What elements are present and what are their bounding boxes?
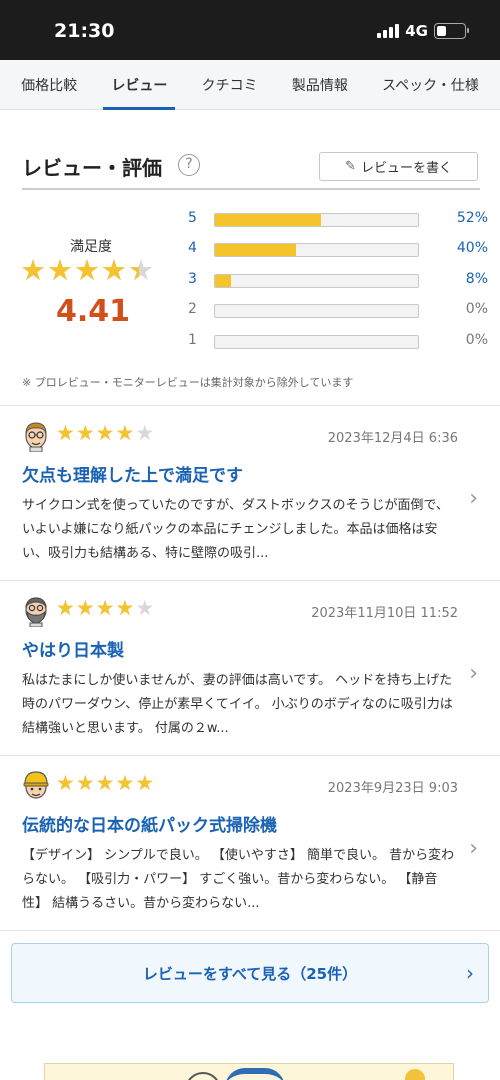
distribution-bar [214,274,419,288]
review-title[interactable]: 伝統的な日本の紙パック式掃除機 [22,811,277,836]
write-review-button[interactable]: ✎ レビューを書く [319,152,478,181]
star-icon: ★★ [135,421,155,445]
distribution-bar [214,304,419,318]
review-title[interactable]: やはり日本製 [22,636,124,661]
review-body: サイクロン式を使っていたのですが、ダストボックスのそうじが面倒で、いよいよ嫌にな… [22,498,449,561]
avatar-bearded-man-icon [25,597,47,627]
distribution-stars: 2 [188,301,197,317]
coin-icon [405,1069,425,1080]
review-date: 2023年11月10日 11:52 [311,606,458,621]
review-stars: ★★★★★★★★★★ [56,598,154,619]
star-icon: ★★ [135,596,155,620]
review-item[interactable]: ★★★★★★★★★★ 2023年11月10日 11:52 やはり日本製 私はたま… [0,581,500,756]
review-stars: ★★★★★★★★★★ [56,773,154,794]
promo-banner[interactable] [44,1063,454,1080]
review-body: 【デザイン】 シンプルで良い。 【使いやすさ】 簡単で良い。 昔から変わらない。… [22,848,455,911]
review-item[interactable]: ★ ★ ★ ★ ★ ★ ★ ★ ★ ★ 2023年9月23日 9:03 伝統的な日本の紙パック式掃… [0,756,500,931]
review-stars: ★★★★★★★★★★ [56,423,154,444]
all-reviews-button[interactable]: レビューをすべて見る（25件） › [11,943,489,1003]
status-time: 21:30 [54,20,115,42]
star-icon: ★★ [115,771,135,795]
star-icon: ★★ [75,596,95,620]
star-icon: ★★ [74,253,100,287]
average-stars: ★★★★★★★★★★ [20,256,154,285]
network-type: 4G [405,22,428,40]
star-icon: ★★ [56,421,75,445]
star-icon: ★★ [135,771,155,795]
rating-summary: 満足度 ★★★★★★★★★★ 4.41 5 52% 4 40% 3 8% 2 0… [0,200,500,365]
distribution-stars: 1 [188,332,197,348]
chevron-right-icon[interactable]: › [469,486,478,511]
review-list: ★★★★★★★★★★ 2023年12月4日 6:36 欠点も理解した上で満足です… [0,405,500,931]
star-icon: ★★ [20,253,46,287]
write-review-label: レビューを書く [360,161,452,176]
star-icon: ★★ [75,421,95,445]
chevron-right-icon[interactable]: › [469,661,478,686]
review-title[interactable]: 欠点も理解した上で満足です [22,461,243,486]
star-icon: ★★ [56,596,75,620]
distribution-percent: 0% [465,301,488,317]
distribution-percent: 52% [456,210,488,226]
banner-circle-graphic [185,1072,221,1080]
review-item[interactable]: ★★★★★★★★★★ 2023年12月4日 6:36 欠点も理解した上で満足です… [0,406,500,581]
signal-icon [377,24,400,38]
star-icon: ★★ [128,253,154,287]
tab-product-info[interactable]: 製品情報 [290,60,350,110]
tab-price-compare[interactable]: 価格比較 [19,60,79,110]
chevron-right-icon: › [466,961,474,985]
avatar-helmet-worker-icon [23,771,49,799]
avatar-glasses-man-icon [25,422,47,452]
distribution-row-5[interactable]: 5 52% [188,210,488,230]
tab-specs[interactable]: スペック・仕様 [380,60,481,110]
banner-number-graphic [225,1068,285,1080]
distribution-percent: 0% [465,332,488,348]
star-icon: ★★ [95,421,115,445]
section-title: レビュー・評価 [22,156,162,180]
tab-bar: 価格比較 レビュー クチコミ 製品情報 スペック・仕様 [0,60,500,110]
aggregation-note: ※ プロレビュー・モニターレビューは集計対象から除外しています [22,376,354,389]
chevron-right-icon[interactable]: › [469,836,478,861]
star-icon: ★★ [115,596,135,620]
distribution-percent: 40% [456,240,488,256]
review-date: 2023年9月23日 9:03 [327,781,458,796]
review-body: 私はたまにしか使いませんが、妻の評価は高いです。 ヘッドを持ち上げた時のパワーダ… [22,673,453,736]
tab-reviews[interactable]: レビュー [103,60,176,110]
tab-kuchikomi[interactable]: クチコミ [200,60,260,110]
distribution-row-1: 1 0% [188,332,488,352]
star-icon: ★★ [95,596,115,620]
star-icon: ★★ [101,253,127,287]
section-header: レビュー・評価 ? ✎ レビューを書く [22,150,480,190]
review-date: 2023年12月4日 6:36 [327,431,458,446]
distribution-stars: 5 [188,210,197,226]
status-bar: 21:30 4G [0,0,500,60]
distribution-bar [214,335,419,349]
distribution-bar [214,213,419,227]
star-icon: ★★ [115,421,135,445]
distribution-row-3[interactable]: 3 8% [188,271,488,291]
pen-icon: ✎ [345,159,356,174]
all-reviews-label: レビューをすべて見る（25件） [142,965,358,983]
star-icon: ★★ [95,771,115,795]
distribution-bar [214,243,419,257]
help-icon[interactable]: ? [178,154,200,176]
star-icon: ★★ [56,771,75,795]
average-score: 4.41 [56,294,131,329]
status-icons: 4G [377,22,469,40]
distribution-percent: 8% [465,271,488,287]
distribution-row-4[interactable]: 4 40% [188,240,488,260]
star-icon: ★★ [75,771,95,795]
distribution-stars: 4 [188,240,197,256]
star-icon: ★★ [47,253,73,287]
distribution-stars: 3 [188,271,197,287]
distribution-row-2: 2 0% [188,301,488,321]
battery-icon [434,23,469,39]
